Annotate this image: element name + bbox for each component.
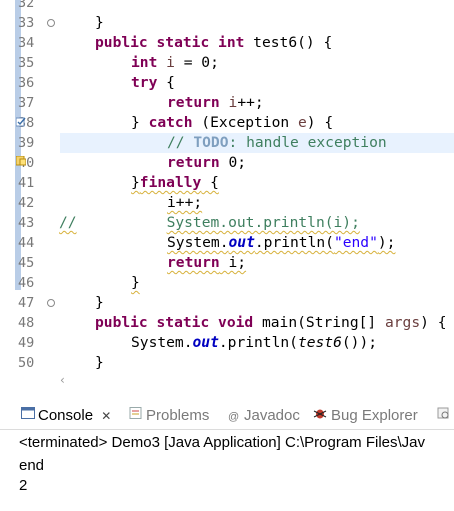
console-status-line: <terminated> Demo3 [Java Application] C:…: [19, 434, 426, 451]
task-marker-icon[interactable]: [16, 117, 26, 127]
code-line-37: } catch (Exception e) {: [0, 93, 454, 131]
code-line-36: return i++;: [0, 73, 454, 111]
warning-marker-icon[interactable]: [16, 156, 26, 166]
tab-javadoc[interactable]: Javadoc: [244, 405, 300, 427]
close-icon[interactable]: ✕: [101, 409, 111, 423]
code-line-40: }finally {: [0, 153, 454, 191]
console-output-line: end: [19, 457, 45, 474]
code-line-38: // TODO: handle exception: [0, 113, 454, 151]
code-line-39: return 0;: [0, 133, 454, 171]
code-line-48: System.out.println(test6());: [0, 313, 454, 351]
tab-label: Javadoc: [244, 407, 300, 424]
code-line-34: int i = 0;: [0, 33, 454, 71]
code-line-50: }: [0, 353, 454, 372]
tab-bug-explorer[interactable]: Bug Explorer: [331, 405, 418, 427]
code-line-45: }: [0, 253, 454, 291]
code-editor[interactable]: 32 33 34 35 36 37 38 39 40 41 42 43 44 45 46 47 48 49 50 }…: [0, 0, 454, 372]
code-line-41: i++;: [0, 173, 454, 211]
tab-problems[interactable]: Problems: [146, 405, 209, 427]
code-line-47: public static void main(String[] args) {: [0, 293, 454, 331]
tab-label: Bug Explorer: [331, 407, 418, 424]
console-output-line: 2: [19, 477, 28, 494]
tab-label: Console: [38, 407, 94, 424]
problems-icon: [129, 407, 142, 419]
overflow-view-icon[interactable]: [437, 407, 451, 419]
console-view: Console ✕ Problems @ Javadoc Bug Explore…: [0, 401, 454, 511]
code-line-46: }: [0, 273, 454, 311]
code-line-33: public static int test6() {: [0, 13, 454, 51]
scroll-left-arrow-icon[interactable]: ‹: [60, 373, 65, 387]
code-line-44: return i;: [0, 233, 454, 271]
view-tab-bar: Console ✕ Problems @ Javadoc Bug Explore…: [0, 401, 454, 430]
code-line-42: //System.out.println(i);: [0, 193, 454, 231]
code-line-35: try {: [0, 53, 454, 91]
code-line-32: }: [0, 0, 454, 31]
tab-label: Problems: [146, 407, 210, 424]
tab-console[interactable]: Console ✕: [38, 405, 111, 427]
bug-icon: [313, 409, 327, 419]
console-icon: [21, 407, 35, 419]
code-line-49: }: [0, 333, 454, 371]
horizontal-scrollbar[interactable]: ‹: [60, 373, 454, 389]
javadoc-icon: @: [228, 411, 240, 423]
code-line-43: System.out.println("end");: [0, 213, 454, 251]
